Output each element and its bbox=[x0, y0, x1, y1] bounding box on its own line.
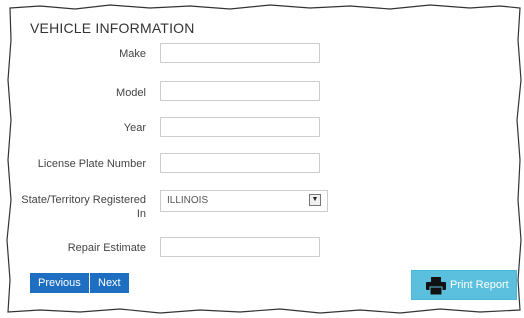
previous-button[interactable]: Previous bbox=[30, 273, 89, 293]
year-field[interactable] bbox=[160, 117, 320, 137]
make-label: Make bbox=[119, 48, 146, 60]
state-label: State/Territory Registered In bbox=[21, 194, 146, 220]
chevron-down-icon[interactable]: ▼ bbox=[309, 194, 321, 206]
repair-estimate-label: Repair Estimate bbox=[67, 242, 146, 254]
state-select[interactable]: ILLINOIS ▼ bbox=[160, 190, 328, 212]
license-plate-label: License Plate Number bbox=[37, 158, 146, 170]
make-field[interactable] bbox=[160, 43, 320, 63]
repair-estimate-field[interactable] bbox=[160, 237, 320, 257]
section-title: VEHICLE INFORMATION bbox=[30, 20, 195, 36]
next-button[interactable]: Next bbox=[90, 273, 129, 293]
year-label: Year bbox=[123, 122, 146, 134]
print-report-button[interactable]: Print Report bbox=[411, 270, 517, 300]
print-report-label: Print Report bbox=[450, 279, 509, 291]
state-selected-value: ILLINOIS bbox=[167, 195, 209, 206]
model-label: Model bbox=[116, 87, 146, 99]
model-field[interactable] bbox=[160, 81, 320, 101]
printer-icon bbox=[426, 277, 446, 295]
license-plate-field[interactable] bbox=[160, 153, 320, 173]
